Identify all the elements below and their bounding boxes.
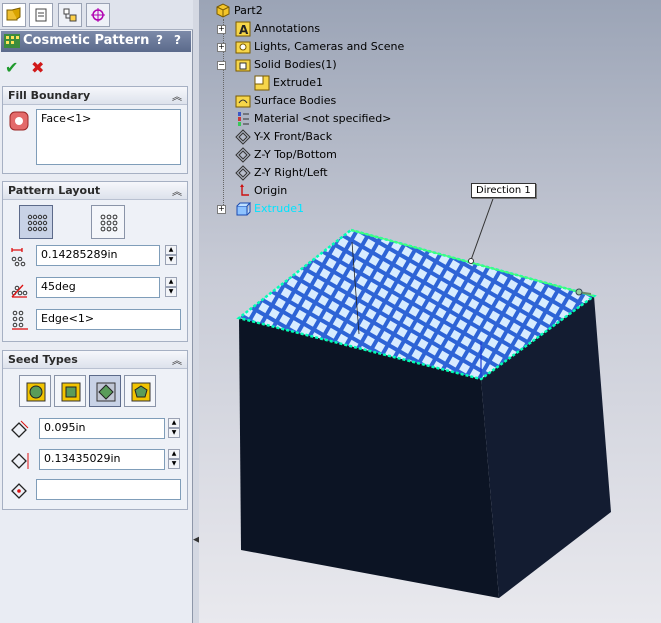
graphics-area[interactable]: Part2 + A Annotations + Lights, Cameras … — [199, 0, 661, 623]
seed-height-spinner[interactable]: ▲ ▼ — [168, 449, 180, 470]
annotations-icon: A — [235, 21, 251, 37]
seed-dimension-height-icon — [9, 449, 31, 474]
collapse-chevron-icon[interactable]: ︽ — [172, 88, 182, 103]
seed-circle-button[interactable] — [19, 375, 51, 407]
cancel-button[interactable]: ✖ — [31, 58, 44, 77]
grid-pattern-icon — [27, 214, 48, 232]
collapse-icon[interactable]: − — [217, 61, 226, 70]
material-icon — [235, 111, 251, 127]
plane-icon — [235, 129, 251, 145]
seed-offset-input[interactable] — [36, 479, 181, 500]
selection-item: Face<1> — [41, 112, 92, 125]
seed-diamond-button[interactable] — [89, 375, 121, 407]
angle-input[interactable]: 45deg — [36, 277, 160, 298]
angle-icon — [9, 277, 31, 302]
tab-configuration-manager[interactable] — [58, 3, 82, 27]
seed-width-spinner[interactable]: ▲ ▼ — [168, 418, 180, 439]
spacing-spinner[interactable]: ▲ ▼ — [165, 245, 177, 266]
ok-button[interactable]: ✔ — [5, 58, 18, 77]
fill-boundary-group: Fill Boundary ︽ Face<1> — [2, 86, 188, 174]
solid-bodies-folder-icon — [235, 57, 251, 73]
panel-title-bar: Cosmetic Pattern ? ? — [1, 31, 191, 52]
direction-reference-icon — [9, 309, 31, 334]
expand-icon[interactable]: + — [217, 25, 226, 34]
tab-property-manager[interactable] — [29, 3, 53, 27]
expand-icon[interactable]: + — [217, 205, 226, 214]
staggered-layout-button[interactable] — [91, 205, 125, 239]
seed-types-group: Seed Types ︽ 0.095in ▲ ▼ 0.13435029in ▲ ▼ — [2, 350, 188, 510]
svg-text:A: A — [239, 23, 249, 37]
tab-dimxpert-manager[interactable] — [86, 3, 110, 27]
seed-types-title: Seed Types — [8, 353, 78, 366]
direction-callout[interactable]: Direction 1 — [471, 183, 536, 198]
face-selection-icon — [9, 111, 29, 134]
help-button[interactable]: ? — [156, 33, 163, 47]
property-manager-icon — [35, 8, 47, 22]
page-title: Cosmetic Pattern — [23, 33, 150, 48]
pin-button[interactable]: ? — [174, 33, 181, 47]
fill-boundary-header[interactable]: Fill Boundary ︽ — [3, 87, 187, 105]
part-icon — [215, 3, 231, 19]
seed-polygon-button[interactable] — [124, 375, 156, 407]
spacing-icon — [9, 245, 31, 270]
diamond-seed-icon — [96, 382, 116, 402]
seed-square-button[interactable] — [54, 375, 86, 407]
direction-reference-field[interactable]: Edge<1> — [36, 309, 181, 330]
angle-spinner[interactable]: ▲ ▼ — [165, 277, 177, 298]
seed-types-header[interactable]: Seed Types ︽ — [3, 351, 187, 369]
spacing-input[interactable]: 0.14285289in — [36, 245, 160, 266]
plane-icon — [235, 165, 251, 181]
fill-boundary-title: Fill Boundary — [8, 89, 91, 102]
manager-tabs — [0, 0, 193, 30]
seed-offset-icon — [9, 479, 31, 504]
collapse-chevron-icon[interactable]: ︽ — [172, 352, 182, 367]
plane-icon — [235, 147, 251, 163]
lights-icon — [235, 39, 251, 55]
staggered-pattern-icon — [100, 214, 118, 232]
square-seed-icon — [61, 382, 81, 402]
pattern-layout-title: Pattern Layout — [8, 184, 101, 197]
extrude-feature-icon — [235, 201, 252, 217]
polygon-seed-icon — [131, 382, 151, 402]
pattern-layout-group: Pattern Layout ︽ 0.14285289in ▲ ▼ 45deg ▲… — [2, 181, 188, 342]
expand-icon[interactable]: + — [217, 43, 226, 52]
surface-bodies-icon — [235, 93, 251, 109]
solid-body-icon — [254, 75, 270, 91]
seed-height-input[interactable]: 0.13435029in — [39, 449, 165, 470]
collapse-chevron-icon[interactable]: ︽ — [172, 183, 182, 198]
dimxpert-manager-icon — [91, 8, 105, 22]
seed-width-input[interactable]: 0.095in — [39, 418, 165, 439]
tab-feature-manager[interactable] — [2, 3, 26, 27]
grid-layout-button[interactable] — [19, 205, 53, 239]
feature-manager-icon — [6, 7, 21, 21]
seed-dimension-width-icon — [9, 418, 31, 443]
configuration-manager-icon — [63, 8, 77, 22]
origin-icon — [235, 183, 251, 199]
cosmetic-pattern-icon — [4, 34, 20, 52]
circle-seed-icon — [26, 382, 46, 402]
pattern-layout-header[interactable]: Pattern Layout ︽ — [3, 182, 187, 200]
property-manager-panel: Cosmetic Pattern ? ? ✔ ✖ Fill Boundary ︽… — [0, 0, 193, 623]
face-selection-box[interactable]: Face<1> — [36, 109, 181, 165]
